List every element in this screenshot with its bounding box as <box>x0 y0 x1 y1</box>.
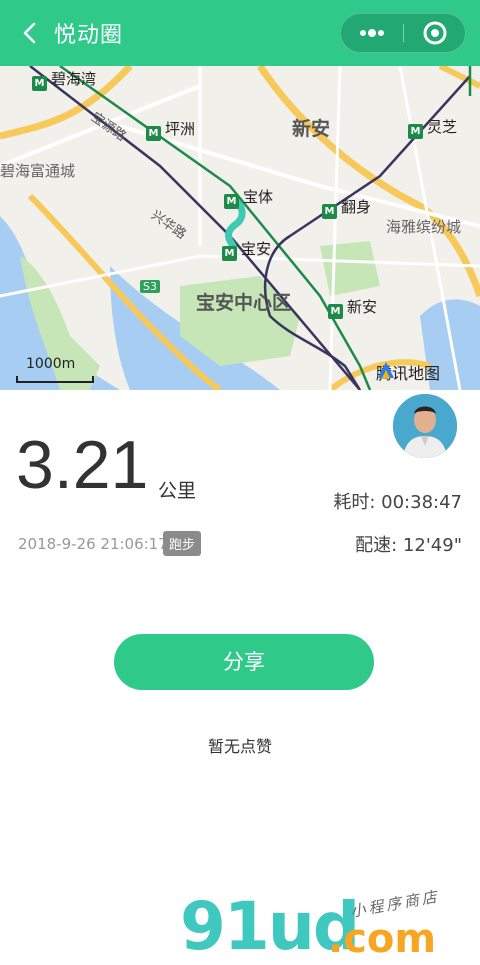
route-map[interactable]: M 碧海湾 M 坪洲 新安 M 灵芝 碧海富通城 宝源路 M 宝体 M 翻身 海雅缤纷城 … <box>0 66 480 390</box>
more-button[interactable] <box>341 14 403 52</box>
map-label-baoan: M 宝安 <box>222 238 271 261</box>
more-dots-icon <box>360 29 384 37</box>
metro-icon: M <box>146 126 161 141</box>
map-label-baoti: M 宝体 <box>224 186 273 209</box>
map-label-xinan-station: M 新安 <box>328 296 377 319</box>
map-scale-bar <box>16 376 94 383</box>
map-provider: 腾讯地图 <box>376 360 440 384</box>
map-label-xinan-area: 新安 <box>292 118 331 140</box>
title-bar: 悦动圈 <box>0 0 480 66</box>
pace-text: 配速: 12'49" <box>355 535 462 556</box>
metro-icon: M <box>222 246 237 261</box>
likes-text: 暂无点赞 <box>207 737 272 756</box>
share-button[interactable]: 分享 <box>114 634 374 690</box>
map-label-lingzhi: M 灵芝 <box>408 116 457 139</box>
tencent-map-logo-icon <box>378 362 394 378</box>
activity-badge: 跑步 <box>163 531 202 556</box>
map-label-s3: S3 <box>140 280 160 293</box>
map-label-bihai-fu: 碧海富通城 <box>0 162 76 180</box>
metro-icon: M <box>224 194 239 209</box>
user-avatar-icon <box>393 394 457 458</box>
map-scale-label: 1000m <box>26 356 76 372</box>
back-button[interactable] <box>14 16 48 50</box>
chevron-left-icon <box>23 22 36 44</box>
metro-icon: M <box>408 124 423 139</box>
close-button[interactable] <box>404 14 466 52</box>
metro-icon: M <box>32 76 47 91</box>
capsule-menu <box>340 13 466 53</box>
metro-icon: M <box>322 204 337 219</box>
page-title: 悦动圈 <box>54 23 124 48</box>
watermark-tld: .com <box>328 916 437 962</box>
distance-value: 3.21 <box>16 427 149 503</box>
map-label-bihaiwan: M 碧海湾 <box>32 68 96 91</box>
duration-text: 耗时: 00:38:47 <box>333 492 462 513</box>
target-close-icon <box>423 21 447 45</box>
map-label-pingzhou: M 坪洲 <box>146 118 195 141</box>
datetime-text: 2018-9-26 21:06:17 <box>18 535 168 553</box>
map-label-baoan-center: 宝安中心区 <box>196 292 292 314</box>
map-label-fanshen: M 翻身 <box>322 196 371 219</box>
metro-icon: M <box>328 304 343 319</box>
map-label-haiya: 海雅缤纷城 <box>386 218 462 236</box>
distance-unit: 公里 <box>158 480 197 502</box>
avatar[interactable] <box>391 392 459 460</box>
